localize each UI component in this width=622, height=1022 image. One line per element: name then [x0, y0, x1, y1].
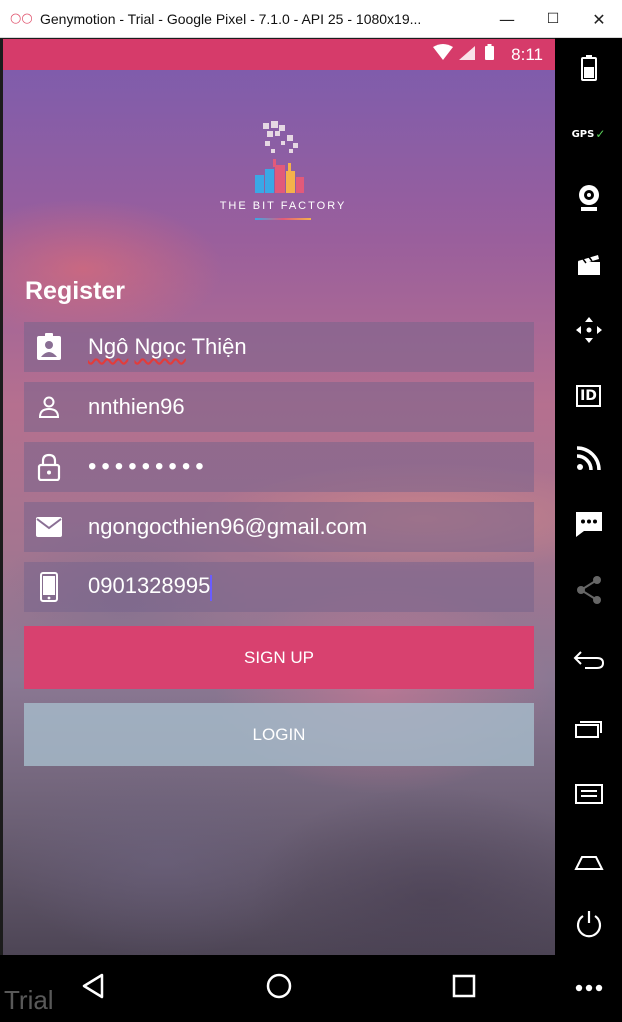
username-field[interactable]: nnthien96	[24, 382, 534, 432]
nav-back-icon[interactable]	[80, 973, 106, 1004]
navigation-icon[interactable]	[555, 310, 622, 350]
maximize-button[interactable]: ☐	[530, 0, 576, 38]
fullname-field[interactable]: Ngô Ngọc Thiện	[24, 322, 534, 372]
login-button[interactable]: LOGIN	[24, 703, 534, 766]
nav-home-icon[interactable]	[265, 972, 293, 1005]
phone-field[interactable]: 0901328995	[24, 562, 534, 612]
fullname-value: Ngô Ngọc Thiện	[88, 334, 247, 360]
fullname-word: Ngô	[88, 334, 129, 359]
close-button[interactable]: ✕	[576, 0, 622, 38]
trial-watermark: Trial	[4, 985, 54, 1015]
email-value: ngongocthien96@gmail.com	[88, 514, 368, 539]
remote-control-icon[interactable]	[555, 438, 622, 478]
sms-icon[interactable]	[555, 504, 622, 544]
gps-icon[interactable]: GPS ✓	[555, 114, 622, 154]
genymotion-sidebar: GPS ✓ ID	[555, 38, 622, 1022]
phone-text: 0901328995	[88, 573, 211, 599]
status-time: 8:11	[511, 44, 543, 64]
bit-factory-logo-icon	[243, 119, 323, 194]
brand-logo: THE BIT FACTORY	[203, 119, 363, 220]
phone-screen: 8:11 THE BIT FACTORY Register Ngô Ngọc T…	[3, 39, 555, 955]
lock-icon	[24, 453, 74, 481]
genymotion-logo-icon: ○○	[10, 11, 33, 26]
id-icon[interactable]: ID	[555, 376, 622, 416]
window-titlebar: ○○ Genymotion - Trial - Google Pixel - 7…	[0, 0, 622, 38]
recent-apps-icon[interactable]	[555, 708, 622, 748]
menu-icon[interactable]	[555, 774, 622, 814]
battery-icon[interactable]	[555, 48, 622, 88]
android-nav-bar	[0, 955, 555, 1022]
signup-button[interactable]: SIGN UP	[24, 626, 534, 689]
wifi-signal-battery-icon	[433, 43, 495, 60]
fullname-word: Ngọc	[134, 334, 186, 359]
nav-recents-icon[interactable]	[452, 974, 476, 1003]
contact-card-icon	[24, 333, 74, 361]
email-field[interactable]: ngongocthien96@gmail.com	[24, 502, 534, 552]
mail-icon	[24, 516, 74, 538]
webcam-icon[interactable]	[555, 178, 622, 218]
minimize-button[interactable]: —	[484, 0, 530, 38]
share-icon[interactable]	[555, 570, 622, 610]
smartphone-icon	[24, 572, 74, 602]
person-icon	[24, 395, 74, 419]
brand-name: THE BIT FACTORY	[219, 200, 347, 212]
id-label: ID	[576, 385, 601, 407]
home-icon[interactable]	[555, 842, 622, 882]
username-value: nnthien96	[88, 394, 185, 419]
status-icons	[431, 43, 501, 67]
back-icon[interactable]	[555, 640, 622, 680]
status-bar: 8:11	[3, 39, 555, 70]
video-capture-icon[interactable]	[555, 244, 622, 284]
power-icon[interactable]	[555, 904, 622, 944]
register-heading: Register	[25, 277, 126, 305]
phone-value: 0901328995	[88, 573, 213, 601]
brand-underline	[255, 218, 311, 220]
more-icon[interactable]	[555, 968, 622, 1008]
gps-label: GPS	[571, 128, 595, 140]
text-cursor	[210, 574, 213, 601]
fullname-word: Thiện	[191, 334, 247, 359]
window-title: Genymotion - Trial - Google Pixel - 7.1.…	[40, 10, 422, 27]
password-field[interactable]: •••••••••	[24, 442, 534, 492]
password-value: •••••••••	[88, 453, 209, 480]
